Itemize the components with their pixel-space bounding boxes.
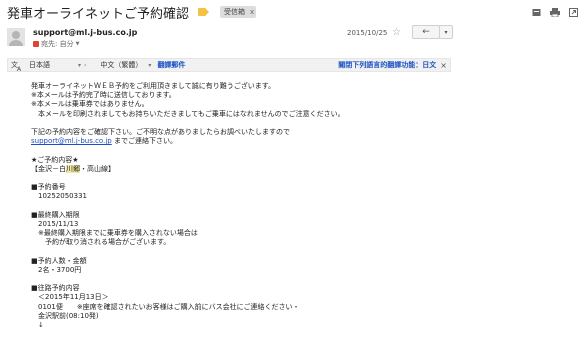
dropdown-caret-icon: ▾ <box>444 28 448 36</box>
translate-icon: 文A <box>11 60 23 73</box>
body-line: ■最終購入期限 <box>31 210 80 219</box>
sender-email[interactable]: support@ml.j-bus.co.jp <box>33 28 137 37</box>
body-text: ・高山線】 <box>80 164 115 173</box>
subject-row: 発車オーライネットご予約確認 受信箱 x <box>7 3 578 22</box>
body-line: ■予約番号 <box>31 183 66 192</box>
recipient-line[interactable]: 宛先: 自分 ▼ <box>33 39 79 49</box>
translate-direction-icon: › <box>84 61 87 69</box>
body-line: ※本メールは予約完了時に送信しております。 <box>31 91 176 100</box>
body-line: ■予約人数・金額 <box>31 256 87 265</box>
email-subject: 発車オーライネットご予約確認 <box>7 6 190 22</box>
target-language-select[interactable]: 中文（繁體） <box>100 60 142 70</box>
turn-off-translation-link[interactable]: 關閉下列語言的翻譯功能：日文 <box>338 60 436 70</box>
email-body: 発車オーライネットＷＥＢ予約をご利用頂きまして誠に有り難うございます。 ※本メー… <box>31 82 451 330</box>
body-line: 10252050331 <box>38 192 87 201</box>
body-line: 発車オーライネットＷＥＢ予約をご利用頂きまして誠に有り難うございます。 <box>31 82 276 90</box>
source-language-caret-icon[interactable]: ▾ <box>78 62 81 69</box>
remove-label-button[interactable]: x <box>250 8 254 16</box>
star-icon[interactable]: ☆ <box>392 27 401 38</box>
body-line: ★ご予約内容★ <box>31 155 79 164</box>
target-language-caret-icon[interactable]: ▾ <box>148 62 151 69</box>
source-language-select[interactable]: 日本語 <box>29 60 50 70</box>
top-action-icons <box>532 7 578 17</box>
important-marker-icon[interactable] <box>33 41 39 47</box>
body-line: ※本メールは乗車券ではありません。 <box>31 100 149 109</box>
route-line: 【金沢－白川郷・高山線】 <box>31 164 451 174</box>
recipient-label: 宛先: 自分 <box>41 40 74 48</box>
new-window-icon[interactable] <box>569 7 578 17</box>
close-translate-bar-button[interactable]: × <box>440 61 447 70</box>
highlighted-text: 川郷 <box>66 164 80 173</box>
translate-message-link[interactable]: 翻譯郵件 <box>157 60 185 70</box>
body-line: 金沢駅前(08:10発) <box>38 311 99 320</box>
body-line: 下記の予約内容をご確認下さい。ご不明な点がありましたらお調べいたしますので <box>31 127 290 136</box>
body-text: までご連絡下さい。 <box>111 137 177 146</box>
reply-button[interactable]: ← <box>412 25 440 39</box>
body-line: 0101便 ※座席を確認されたいお客様はご購入前にバス会社にご連絡ください・ <box>38 302 300 311</box>
contact-line: support@ml.j-bus.co.jp までご連絡下さい。 <box>31 137 451 146</box>
inbox-label-text: 受信箱 <box>224 8 246 16</box>
translate-bar: 文A 日本語 ▾ › 中文（繁體） ▾ 翻譯郵件 關閉下列語言的翻譯功能：日文 … <box>7 58 451 73</box>
body-line: 本メールを印刷されましてもお持ちいただきましてもご乗車にはなれませんのでご注意く… <box>31 109 345 118</box>
support-email-link[interactable]: support@ml.j-bus.co.jp <box>31 137 112 145</box>
more-actions-button[interactable]: ▾ <box>439 25 453 39</box>
print-icon[interactable] <box>550 7 560 17</box>
inbox-label-tag[interactable]: 受信箱 x <box>220 6 257 18</box>
archive-icon[interactable] <box>532 8 541 17</box>
body-line: 2名・3700円 <box>38 265 82 274</box>
reply-arrow-icon: ← <box>422 27 430 37</box>
email-date: 2015/10/25 <box>347 29 388 37</box>
label-arrow-icon[interactable] <box>198 8 210 16</box>
body-line: ＜2015年11月13日＞ <box>38 293 109 302</box>
details-caret-icon[interactable]: ▼ <box>76 41 80 47</box>
sender-row: support@ml.j-bus.co.jp 宛先: 自分 ▼ 2015/10/… <box>7 25 578 52</box>
svg-text:A: A <box>17 66 22 71</box>
body-line: ※最終購入期限までに乗車券を購入されない場合は <box>38 229 198 237</box>
body-line: ■往路予約内容 <box>31 284 80 293</box>
body-text: 【金沢－白 <box>31 164 66 173</box>
sender-avatar <box>7 28 25 46</box>
body-line: 2015/11/13 <box>38 219 79 228</box>
body-line: 予約が取り消される場合がございます。 <box>38 238 171 247</box>
body-line: ↓ <box>38 320 44 329</box>
